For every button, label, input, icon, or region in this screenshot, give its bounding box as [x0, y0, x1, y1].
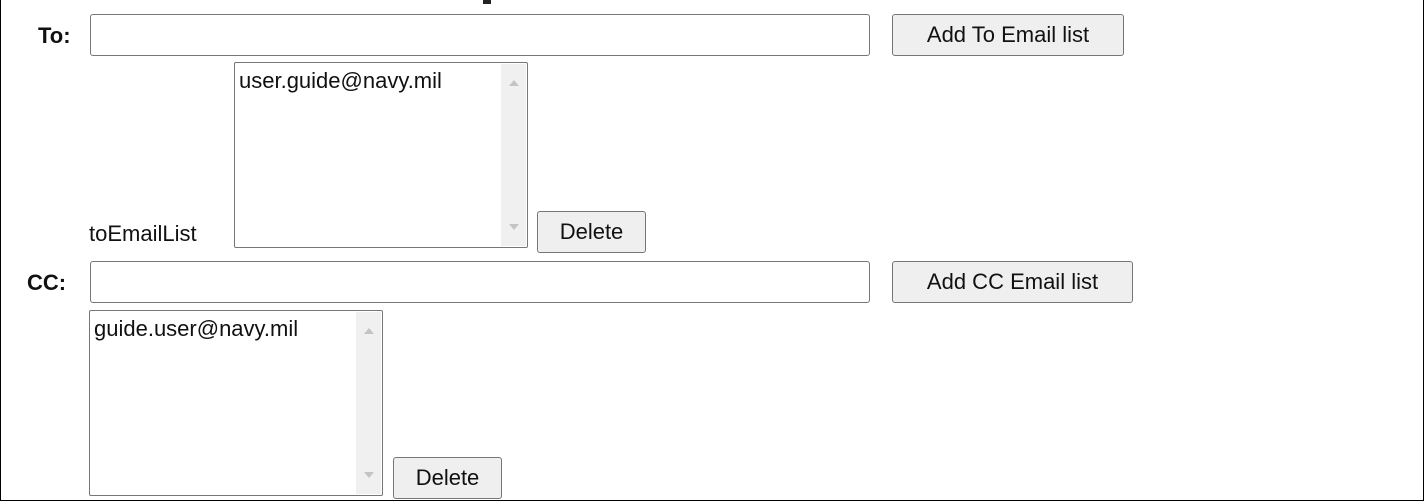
- to-email-list-label: toEmailList: [89, 221, 197, 246]
- to-input[interactable]: [90, 14, 870, 56]
- cc-delete-button[interactable]: Delete: [393, 457, 502, 499]
- scroll-down-arrow-icon[interactable]: [509, 224, 519, 230]
- cropped-top-mark: [483, 0, 491, 4]
- to-email-listbox[interactable]: user.guide@navy.mil: [234, 62, 528, 248]
- scrollbar[interactable]: [501, 64, 526, 246]
- to-delete-button[interactable]: Delete: [537, 211, 646, 253]
- add-cc-email-list-button[interactable]: Add CC Email list: [892, 261, 1133, 303]
- add-to-email-list-button[interactable]: Add To Email list: [892, 14, 1124, 56]
- cc-email-listbox[interactable]: guide.user@navy.mil: [89, 310, 383, 496]
- scroll-up-arrow-icon[interactable]: [509, 80, 519, 86]
- scrollbar[interactable]: [356, 312, 381, 494]
- list-item[interactable]: user.guide@navy.mil: [239, 68, 442, 94]
- scroll-down-arrow-icon[interactable]: [364, 472, 374, 478]
- to-label: To:: [38, 23, 71, 48]
- cc-input[interactable]: [90, 261, 870, 303]
- scroll-up-arrow-icon[interactable]: [364, 328, 374, 334]
- cc-label: CC:: [27, 270, 67, 295]
- list-item[interactable]: guide.user@navy.mil: [94, 316, 298, 342]
